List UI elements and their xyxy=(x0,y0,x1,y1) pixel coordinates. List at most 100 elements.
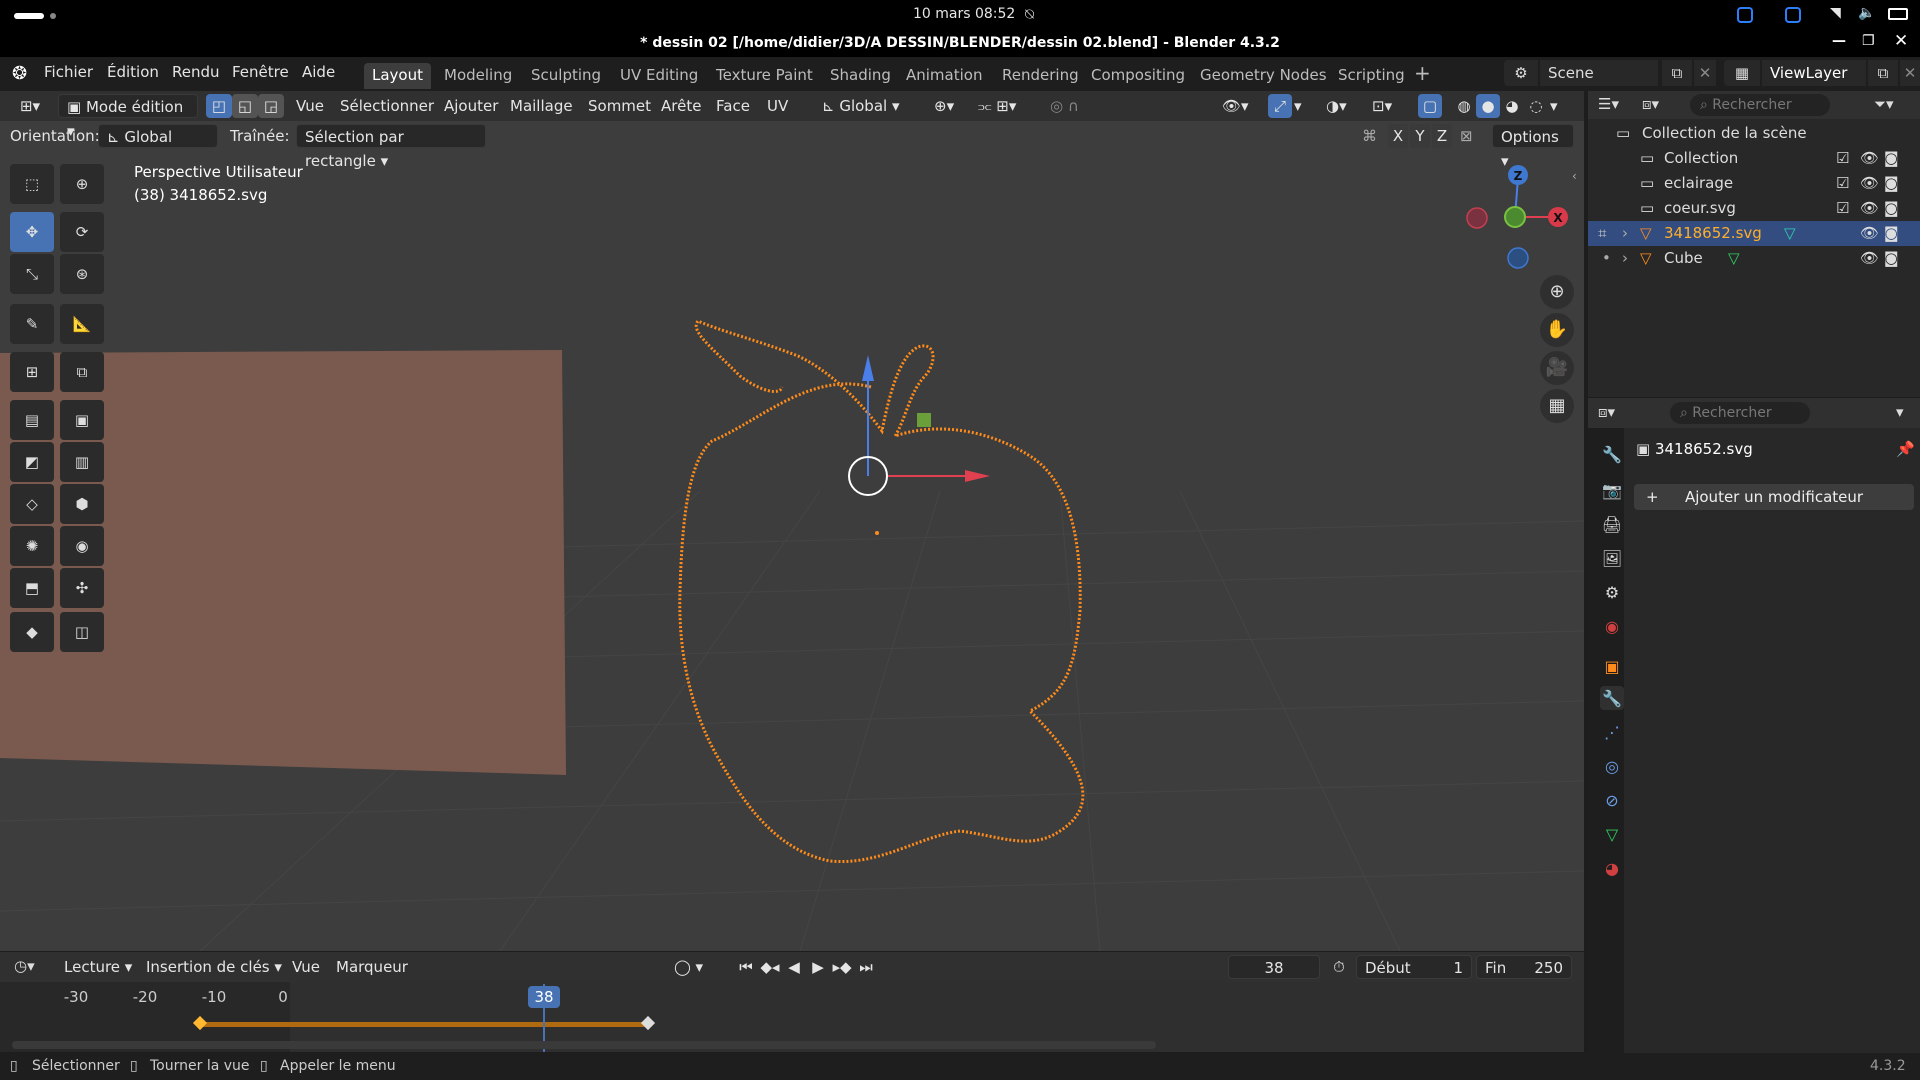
outliner-row-collection[interactable]: ▭ Collection ☑ 👁 ◙ xyxy=(1588,146,1920,171)
shrink-fatten-icon[interactable]: ✣ xyxy=(60,568,104,608)
checkbox-icon[interactable]: ☑ xyxy=(1836,171,1849,196)
menu-render[interactable]: Rendu xyxy=(172,63,220,81)
tab-geometry-nodes[interactable]: Geometry Nodes xyxy=(1192,63,1335,89)
data-tab-icon[interactable]: ▽ xyxy=(1600,822,1624,846)
maximize-icon[interactable]: ❐ xyxy=(1862,33,1875,49)
camera-icon[interactable]: ◙ xyxy=(1884,146,1899,171)
options-dropdown[interactable]: Options ▾ xyxy=(1492,124,1574,170)
menu-window[interactable]: Fenêtre xyxy=(232,63,289,81)
menu-vertex[interactable]: Sommet xyxy=(588,94,651,118)
z-arrow-icon[interactable] xyxy=(862,355,874,381)
gizmo-plane-handle[interactable] xyxy=(917,413,931,427)
scene-name-field[interactable]: Scene xyxy=(1540,60,1658,86)
camera-icon[interactable]: ◙ xyxy=(1884,246,1899,271)
mirror-icon[interactable]: ⌘ xyxy=(1362,124,1382,148)
physics-tab-icon[interactable]: ◎ xyxy=(1600,754,1624,778)
tab-shading[interactable]: Shading xyxy=(822,63,899,89)
vertex-select-icon[interactable]: ◰ xyxy=(206,94,232,118)
material-shading-icon[interactable]: ◕ xyxy=(1500,94,1524,118)
solid-shading-icon[interactable]: ● xyxy=(1476,94,1500,118)
end-frame-field[interactable]: Fin 250 xyxy=(1476,955,1572,979)
camera-icon[interactable]: ◙ xyxy=(1884,221,1899,246)
timeline-menu-keying[interactable]: Insertion de clés ▾ xyxy=(146,955,282,979)
mode-selector[interactable]: ▣ Mode édition ▾ xyxy=(58,94,198,140)
menu-mesh[interactable]: Maillage xyxy=(510,94,573,118)
timeline-panel[interactable]: ◷▾ Lecture ▾ Insertion de clés ▾ Vue Mar… xyxy=(0,952,1584,1052)
timeline-menu-playback[interactable]: Lecture ▾ xyxy=(64,955,132,979)
wifi-icon[interactable]: ◥ xyxy=(1830,5,1841,21)
preview-range-icon[interactable]: ⏱ xyxy=(1326,955,1352,979)
wireframe-shading-icon[interactable]: ◍ xyxy=(1452,94,1476,118)
add-modifier-button[interactable]: + Ajouter un modificateur xyxy=(1634,484,1914,510)
filter-icon[interactable]: ⏷▾ xyxy=(1874,95,1894,113)
outliner-row-eclairage[interactable]: ▭ eclairage ☑ 👁 ◙ xyxy=(1588,171,1920,196)
outliner-row-3418652[interactable]: ⌗ › ▽ 3418652.svg ▽ 👁 ◙ xyxy=(1588,221,1920,246)
delete-scene-icon[interactable]: ✕ xyxy=(1694,60,1716,86)
prev-keyframe-icon[interactable]: ◆◂ xyxy=(758,955,782,979)
knife-icon[interactable]: ◇ xyxy=(10,484,54,524)
object-tab-icon[interactable]: ▣ xyxy=(1600,654,1624,678)
material-tab-icon[interactable]: ◕ xyxy=(1600,856,1624,880)
new-scene-icon[interactable]: ⧉ xyxy=(1662,60,1692,86)
tool-tab-icon[interactable]: 🔧 xyxy=(1600,442,1624,466)
tab-compositing[interactable]: Compositing xyxy=(1083,63,1193,89)
edge-slide-icon[interactable]: ⬒ xyxy=(10,568,54,608)
extrude-region-icon[interactable]: ▤ xyxy=(10,400,54,440)
keyframe-diamond[interactable] xyxy=(192,1015,208,1031)
viewport-3d[interactable]: Z X ⊞▾ ▣ Mode édition ▾ ◰ ◱ ◲ Vue Sélect… xyxy=(0,91,1584,951)
play-icon[interactable]: ▶ xyxy=(806,955,830,979)
menu-help[interactable]: Aide xyxy=(302,63,335,81)
display-mode-icon[interactable]: ⧈▾ xyxy=(1642,95,1659,113)
start-frame-field[interactable]: Début 1 xyxy=(1356,955,1472,979)
sidebar-toggle-icon[interactable]: ‹ xyxy=(1572,169,1577,183)
tab-layout[interactable]: Layout xyxy=(364,63,431,89)
smooth-icon[interactable]: ◉ xyxy=(60,526,104,566)
scale-icon[interactable]: ⤡ xyxy=(10,254,54,294)
menu-uv[interactable]: UV xyxy=(767,94,788,118)
measure-icon[interactable]: 📐 xyxy=(60,304,104,344)
app-indicator-icon[interactable] xyxy=(1737,7,1753,23)
x-arrow-icon[interactable] xyxy=(965,470,990,482)
new-view-layer-icon[interactable]: ⧉ xyxy=(1868,60,1898,86)
eye-icon[interactable]: 👁 xyxy=(1860,246,1879,271)
timeline-scrollbar[interactable] xyxy=(12,1041,1156,1049)
scene-selector-icon[interactable]: ⚙ xyxy=(1504,60,1538,86)
pin-icon[interactable]: 📌 xyxy=(1896,440,1915,458)
tab-uv-editing[interactable]: UV Editing xyxy=(612,63,706,89)
add-workspace-icon[interactable]: + xyxy=(1414,61,1431,85)
jump-start-icon[interactable]: ⏮ xyxy=(734,955,758,979)
visibility-icon[interactable]: 👁▾ xyxy=(1222,94,1258,118)
gizmo-dropdown-icon[interactable]: ▾ xyxy=(1294,94,1310,118)
tab-scripting[interactable]: Scripting xyxy=(1330,63,1413,89)
apple-outline[interactable] xyxy=(678,319,1085,864)
outliner-row-coeur[interactable]: ▭ coeur.svg ☑ 👁 ◙ xyxy=(1588,196,1920,221)
select-box-icon[interactable]: ⬚ xyxy=(10,164,54,204)
viewport-canvas[interactable]: Z X xyxy=(0,91,1584,951)
loop-cut-icon[interactable]: ▥ xyxy=(60,442,104,482)
edit-mode-icon[interactable]: ⌗ xyxy=(1598,221,1606,246)
close-icon[interactable]: ✕ xyxy=(1894,31,1908,51)
volume-icon[interactable]: 🔈 xyxy=(1858,5,1875,21)
mesh-overlays-icon[interactable]: ⊡▾ xyxy=(1372,94,1408,118)
activities-indicator[interactable] xyxy=(14,13,44,19)
menu-file[interactable]: Fichier xyxy=(44,63,93,81)
rotate-icon[interactable]: ⟳ xyxy=(60,212,104,252)
transform-orientation-selector[interactable]: ⊾ Global ▾ xyxy=(822,94,922,118)
cursor-icon[interactable]: ⊕ xyxy=(60,164,104,204)
camera-view-icon[interactable]: 🎥 xyxy=(1540,351,1574,385)
topology-mirror-icon[interactable]: ⊠ xyxy=(1460,124,1484,148)
rendered-shading-icon[interactable]: ◌ xyxy=(1524,94,1548,118)
annotate-icon[interactable]: ✎ xyxy=(10,304,54,344)
clock[interactable]: 10 mars 08:52 xyxy=(913,6,1015,22)
record-icon[interactable]: ◯ ▾ xyxy=(674,955,714,979)
spin-icon[interactable]: ✺ xyxy=(10,526,54,566)
menu-add[interactable]: Ajouter xyxy=(444,94,498,118)
tab-texture-paint[interactable]: Texture Paint xyxy=(708,63,821,89)
pivot-point-icon[interactable]: ⊕▾ xyxy=(934,94,970,118)
checkbox-icon[interactable]: ☑ xyxy=(1836,196,1849,221)
view-layer-tab-icon[interactable]: 🖼 xyxy=(1600,546,1624,570)
jump-end-icon[interactable]: ⏭ xyxy=(854,955,878,979)
particles-tab-icon[interactable]: ⋰ xyxy=(1600,720,1624,744)
edge-select-icon[interactable]: ◱ xyxy=(232,94,258,118)
transform-icon[interactable]: ⊛ xyxy=(60,254,104,294)
